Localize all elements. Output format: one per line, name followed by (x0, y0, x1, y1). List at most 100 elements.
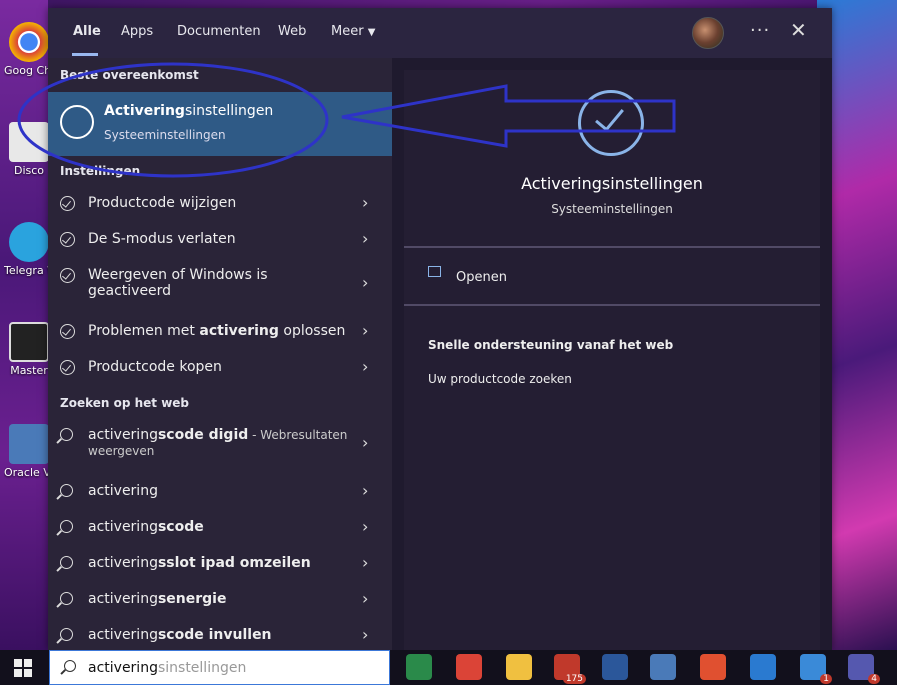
document-icon (9, 122, 49, 162)
web-suggestion-bold: senergie (157, 591, 227, 607)
open-button[interactable]: Openen (456, 270, 507, 285)
desktop-icon-telegram[interactable]: Telegra Web (4, 222, 54, 278)
divider (404, 304, 820, 306)
web-suggestion-label: activeringscode invullen (88, 627, 272, 643)
settings-item[interactable]: Productcode kopen › (48, 351, 392, 387)
settings-item-label: Problemen met activering oplossen (88, 323, 345, 339)
teams-icon[interactable]: 4 (848, 654, 880, 684)
search-icon (60, 592, 73, 605)
search-icon (60, 428, 73, 441)
notification-badge: 1 (820, 674, 832, 684)
desktop-icon-masterplan[interactable]: Master (4, 322, 54, 378)
chevron-right-icon: › (362, 357, 369, 376)
preview-title: Activeringsinstellingen (521, 174, 703, 193)
photos-icon[interactable] (750, 654, 776, 680)
tab-web[interactable]: Web (278, 24, 306, 39)
taskbar: activeringsinstellingen 175 1 4 (0, 650, 897, 685)
check-circle-icon (60, 268, 75, 283)
search-typed-text: activering (88, 660, 158, 676)
web-suggestion-pre: activering (88, 427, 158, 443)
tab-all[interactable]: Alle (73, 24, 101, 39)
web-suggestion[interactable]: activering › (48, 475, 392, 511)
desktop-icon-chrome[interactable]: Goog Chro (4, 22, 54, 78)
web-suggestion[interactable]: activeringscode › (48, 511, 392, 547)
best-match-subtitle: Systeeminstellingen (104, 128, 226, 142)
parrot-icon[interactable] (406, 654, 432, 680)
search-panel: Alle Apps Documenten Web Meer ▼ ··· ✕ Be… (48, 8, 832, 650)
chevron-right-icon: › (362, 589, 369, 608)
web-suggestion-bold: scode digid (157, 427, 249, 443)
search-autocomplete: sinstellingen (157, 660, 247, 676)
chevron-right-icon: › (362, 433, 369, 452)
notification-badge: 4 (868, 674, 880, 684)
web-suggestion[interactable]: activeringscode invullen › (48, 619, 392, 650)
check-circle-icon (60, 196, 75, 211)
results-list: Beste overeenkomst Activeringsinstelling… (48, 58, 392, 650)
file-explorer-icon[interactable] (506, 654, 532, 680)
desktop-icon-document[interactable]: Disco (4, 122, 54, 178)
web-suggestion-label: activeringscode (88, 519, 204, 535)
mail-icon[interactable]: 1 (800, 654, 832, 684)
chevron-down-icon: ▼ (367, 27, 376, 38)
preview-pane: Activeringsinstellingen Systeeminstellin… (404, 70, 820, 650)
best-match-title-bold: Activering (104, 103, 185, 119)
best-match-title: Activeringsinstellingen (104, 103, 273, 119)
chevron-right-icon: › (362, 481, 369, 500)
web-suggestion-label: activeringscode digid - Webresultaten wee… (88, 427, 347, 459)
settings-heading: Instellingen (60, 164, 141, 178)
settings-item-bold: activering (199, 323, 279, 339)
more-options-icon[interactable]: ··· (750, 20, 770, 41)
web-suggestion-line2: weergeven (88, 444, 155, 458)
web-suggestion[interactable]: activeringsslot ipad omzeilen › (48, 547, 392, 583)
tab-more[interactable]: Meer ▼ (331, 24, 375, 39)
web-suggestion-pre: activering (88, 483, 158, 499)
settings-item[interactable]: De S-modus verlaten › (48, 223, 392, 259)
open-icon (428, 266, 441, 277)
chevron-right-icon: › (362, 229, 369, 248)
snipping-tool-icon[interactable] (700, 654, 726, 680)
check-circle-icon (578, 90, 644, 156)
telegram-icon (9, 222, 49, 262)
virtualbox-icon[interactable] (650, 654, 676, 680)
tab-documents[interactable]: Documenten (177, 24, 261, 39)
tab-more-label: Meer (331, 24, 364, 39)
start-button[interactable] (14, 659, 32, 677)
web-support-link[interactable]: Uw productcode zoeken (428, 372, 572, 386)
desktop-icon-virtualbox[interactable]: Oracle VirtualB (4, 424, 54, 480)
web-suggestion[interactable]: activeringscode digid - Webresultaten wee… (48, 419, 392, 471)
best-match-item[interactable]: Activeringsinstellingen Systeeminstellin… (48, 92, 392, 156)
search-icon (60, 556, 73, 569)
windows-logo-quad (14, 659, 22, 667)
desktop-icon-label: Oracle VirtualB (4, 466, 54, 479)
settings-item-post: oplossen (278, 323, 346, 339)
settings-item[interactable]: Productcode wijzigen › (48, 187, 392, 223)
web-suggestion-bold: scode (157, 519, 204, 535)
close-icon[interactable]: ✕ (790, 18, 807, 42)
chevron-right-icon: › (362, 193, 369, 212)
divider (404, 246, 820, 248)
windows-logo-quad (14, 669, 22, 677)
search-tabs: Alle Apps Documenten Web Meer ▼ ··· ✕ (48, 8, 832, 58)
desktop-icon-label: Disco (13, 164, 45, 177)
web-suggestion-label: activeringsenergie (88, 591, 226, 607)
check-circle-icon (60, 360, 75, 375)
settings-item[interactable]: Problemen met activering oplossen › (48, 315, 392, 351)
settings-item-pre: Problemen met (88, 323, 200, 339)
windows-logo-quad (24, 659, 32, 667)
chevron-right-icon: › (362, 553, 369, 572)
avatar[interactable] (692, 17, 724, 49)
chrome-icon[interactable] (456, 654, 482, 680)
search-query: activeringsinstellingen (88, 660, 246, 676)
tab-apps[interactable]: Apps (121, 24, 153, 39)
masterplan-icon (9, 322, 49, 362)
settings-item[interactable]: Weergeven of Windows is geactiveerd › (48, 259, 392, 311)
windows-logo-quad (24, 669, 32, 677)
taskbar-search-input[interactable]: activeringsinstellingen (49, 650, 390, 685)
check-circle-icon (60, 232, 75, 247)
word-icon[interactable] (602, 654, 628, 680)
check-circle-icon (60, 105, 94, 139)
calendar-app-icon[interactable]: 175 (554, 654, 586, 684)
web-suggestion[interactable]: activeringsenergie › (48, 583, 392, 619)
search-icon (60, 520, 73, 533)
web-suggestion-bold: sslot ipad omzeilen (157, 555, 311, 571)
